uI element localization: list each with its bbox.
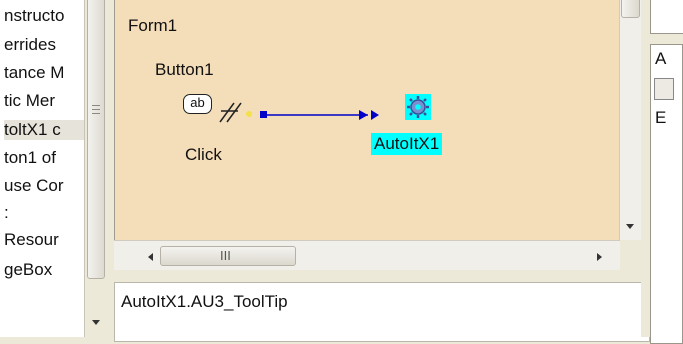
tree-item[interactable]: tance M xyxy=(4,63,64,83)
properties-toolbar-icon[interactable] xyxy=(654,78,674,100)
tree-item[interactable]: geBox xyxy=(4,260,52,280)
button-icon[interactable]: ab xyxy=(183,94,212,114)
scroll-right-arrow-icon[interactable] xyxy=(594,250,604,264)
grip-line xyxy=(92,113,100,114)
designer-vscroll-thumb[interactable] xyxy=(621,0,640,18)
grip-lines: III xyxy=(220,248,231,263)
properties-label-a: A xyxy=(655,49,667,68)
designer-vscrollbar[interactable] xyxy=(619,0,641,240)
form-designer-canvas[interactable]: Form1 Button1 ab Click AutoItX1 xyxy=(114,0,620,240)
editor-text[interactable]: AutoItX1.AU3_ToolTip xyxy=(121,292,288,312)
tree-item-selected[interactable]: toltX1 c xyxy=(4,120,84,140)
grip-line xyxy=(92,109,100,110)
component-icon[interactable] xyxy=(405,94,431,120)
code-editor[interactable]: AutoItX1.AU3_ToolTip xyxy=(114,282,650,342)
scroll-left-arrow-icon[interactable] xyxy=(146,250,156,264)
object-tree-panel: nstructo errides tance M tic Mer toltX1 … xyxy=(0,0,95,337)
tree-item[interactable]: ton1 of xyxy=(4,148,56,168)
tree-item[interactable]: nstructo xyxy=(4,6,64,26)
tree-item[interactable]: Resour xyxy=(4,230,59,250)
hscroll-thumb[interactable]: III xyxy=(160,246,296,266)
scroll-down-arrow-icon[interactable] xyxy=(623,222,637,232)
tree-item[interactable]: : xyxy=(4,203,9,223)
properties-label-e: E xyxy=(655,108,667,127)
tree-item[interactable]: use Cor xyxy=(4,176,64,196)
event-name[interactable]: Click xyxy=(185,145,222,165)
gear-icon xyxy=(407,96,429,118)
right-top-pane xyxy=(650,0,683,34)
scroll-down-arrow-icon[interactable] xyxy=(89,318,103,328)
tree-item[interactable]: tic Mer xyxy=(4,91,55,111)
event-connector xyxy=(219,102,379,123)
tree-item[interactable]: errides xyxy=(4,35,56,55)
form-title: Form1 xyxy=(128,16,178,35)
tree-scroll-thumb[interactable] xyxy=(87,0,105,279)
event-source-name[interactable]: Button1 xyxy=(155,60,214,80)
grip-line xyxy=(92,105,100,106)
event-target-name[interactable]: AutoItX1 xyxy=(371,133,443,155)
properties-pane: A E xyxy=(650,44,683,344)
